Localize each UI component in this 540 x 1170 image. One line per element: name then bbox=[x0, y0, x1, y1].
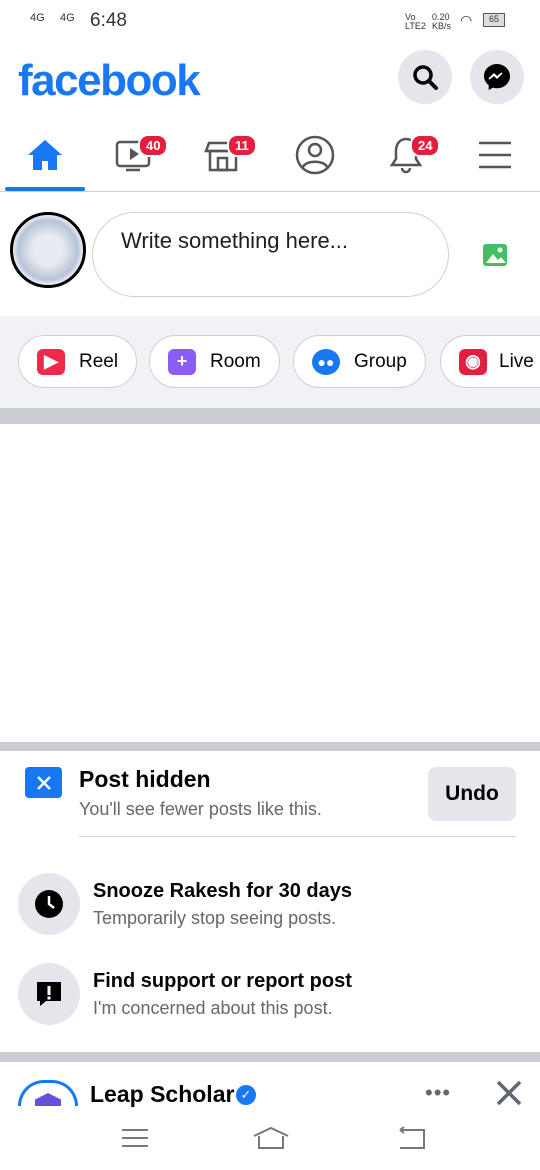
home-nav-icon[interactable] bbox=[253, 1126, 289, 1150]
hamburger-icon bbox=[479, 141, 511, 169]
report-icon bbox=[18, 963, 80, 1025]
composer-input[interactable]: Write something here... bbox=[92, 212, 449, 297]
profile-icon bbox=[295, 135, 335, 175]
messenger-icon bbox=[484, 64, 510, 90]
tab-menu[interactable] bbox=[465, 128, 525, 182]
notifications-badge: 24 bbox=[410, 134, 441, 157]
status-bar: 4G 4G 6:48 Vo LTE2 0.20 KB/s ◠ 65 bbox=[0, 0, 540, 42]
divider bbox=[79, 836, 516, 837]
divider bbox=[0, 191, 540, 192]
room-icon: + bbox=[168, 348, 196, 375]
wifi-icon: ◠ bbox=[460, 12, 473, 28]
reel-icon: ▶ bbox=[37, 348, 65, 375]
tab-watch[interactable]: 40 bbox=[104, 128, 169, 182]
report-option[interactable]: Find support or report post I'm concerne… bbox=[0, 950, 540, 1034]
live-icon: ◉ bbox=[459, 348, 487, 375]
room-button[interactable]: + Room bbox=[149, 335, 280, 388]
report-title: Find support or report post bbox=[93, 970, 352, 992]
home-icon bbox=[28, 140, 62, 170]
live-label: Live bbox=[499, 350, 534, 372]
clock: 6:48 bbox=[90, 10, 127, 31]
tab-marketplace[interactable]: 11 bbox=[193, 128, 257, 182]
tab-notifications[interactable]: 24 bbox=[376, 128, 441, 182]
post-hidden-subtitle: You'll see fewer posts like this. bbox=[79, 799, 322, 819]
verified-icon: ✓ bbox=[236, 1085, 256, 1105]
system-nav-bar bbox=[0, 1108, 540, 1170]
facebook-logo[interactable]: facebook bbox=[18, 56, 201, 106]
separator bbox=[0, 1052, 540, 1062]
recents-icon[interactable] bbox=[122, 1128, 148, 1148]
hidden-check-icon bbox=[25, 767, 62, 798]
network-2: 4G bbox=[60, 12, 75, 24]
reel-button[interactable]: ▶ Reel bbox=[18, 335, 138, 388]
volte: Vo LTE2 bbox=[405, 12, 426, 31]
battery: 65 bbox=[483, 13, 505, 27]
tab-profile[interactable] bbox=[285, 128, 345, 182]
separator bbox=[0, 408, 540, 424]
page-avatar[interactable] bbox=[18, 1080, 78, 1106]
close-post-button[interactable] bbox=[496, 1080, 522, 1111]
tab-home[interactable] bbox=[15, 128, 75, 182]
post-author[interactable]: Leap Scholar bbox=[90, 1081, 234, 1108]
clock-icon bbox=[18, 873, 80, 935]
snooze-option[interactable]: Snooze Rakesh for 30 days Temporarily st… bbox=[0, 860, 540, 944]
reel-label: Reel bbox=[79, 350, 119, 372]
report-subtitle: I'm concerned about this post. bbox=[93, 998, 333, 1018]
marketplace-badge: 11 bbox=[227, 134, 257, 157]
messenger-button[interactable] bbox=[470, 50, 524, 104]
search-button[interactable] bbox=[398, 50, 452, 104]
photo-button[interactable] bbox=[480, 240, 510, 275]
avatar[interactable] bbox=[10, 212, 86, 288]
speed: 0.20 KB/s bbox=[432, 12, 452, 31]
more-options-icon[interactable]: ••• bbox=[425, 1080, 451, 1106]
page-logo-icon bbox=[35, 1093, 61, 1106]
group-button[interactable]: ●● Group bbox=[293, 335, 426, 388]
back-icon[interactable] bbox=[398, 1126, 426, 1150]
photo-icon bbox=[483, 244, 507, 266]
group-icon: ●● bbox=[312, 348, 340, 375]
undo-button[interactable]: Undo bbox=[428, 767, 516, 821]
room-label: Room bbox=[210, 350, 261, 372]
group-label: Group bbox=[354, 350, 407, 372]
network-1: 4G bbox=[30, 12, 45, 24]
watch-badge: 40 bbox=[138, 134, 169, 157]
close-icon bbox=[496, 1080, 522, 1106]
snooze-title: Snooze Rakesh for 30 days bbox=[93, 880, 352, 902]
post-hidden-title: Post hidden bbox=[79, 766, 211, 792]
separator bbox=[0, 742, 540, 751]
search-icon bbox=[413, 65, 438, 90]
snooze-subtitle: Temporarily stop seeing posts. bbox=[93, 908, 337, 928]
live-button[interactable]: ◉ Live bbox=[440, 335, 540, 388]
